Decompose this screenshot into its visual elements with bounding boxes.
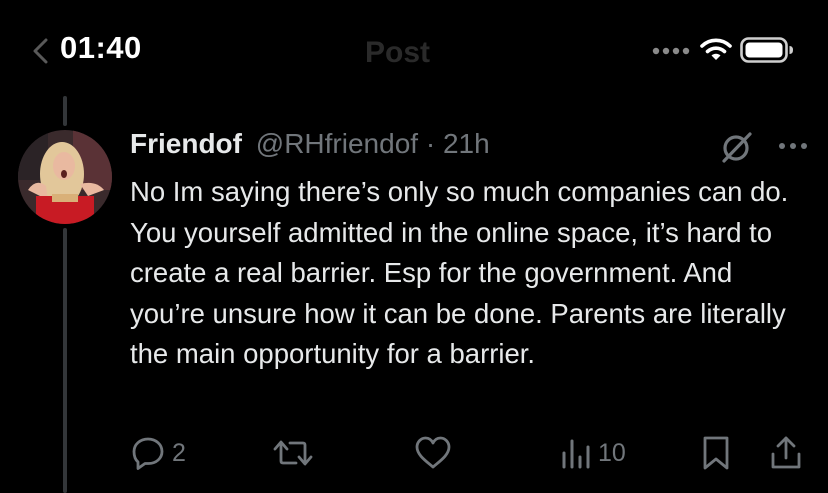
header-separator: · (425, 128, 436, 159)
grok-icon[interactable] (720, 130, 754, 164)
battery-icon (740, 37, 793, 63)
repost-button[interactable] (272, 430, 320, 476)
share-icon (771, 436, 801, 469)
thread-line-top (63, 96, 67, 126)
user-handle[interactable]: @RHfriendof (256, 128, 418, 159)
wifi-icon (700, 38, 732, 60)
reply-icon (132, 437, 164, 470)
more-icon[interactable] (778, 140, 808, 152)
reply-count: 2 (172, 438, 186, 467)
avatar[interactable] (18, 130, 112, 224)
views-count: 10 (598, 438, 626, 467)
views-button[interactable]: 10 (560, 430, 626, 476)
like-icon (415, 436, 451, 469)
back-chevron-icon[interactable] (30, 38, 52, 64)
repost-icon (273, 440, 313, 466)
post-age[interactable]: 21h (443, 128, 490, 159)
bookmark-button[interactable] (700, 430, 732, 476)
views-icon (562, 439, 590, 469)
status-bar: 01:40 Post (0, 0, 828, 100)
reply-button[interactable]: 2 (130, 430, 186, 476)
tweet-header: Friendof @RHfriendof · 21h (130, 128, 490, 160)
avatar-image (18, 130, 112, 224)
tweet-text: No Im saying there’s only so much compan… (130, 176, 789, 370)
bookmark-icon (703, 436, 729, 470)
display-name[interactable]: Friendof (130, 128, 242, 159)
share-button[interactable] (768, 430, 804, 476)
cellular-signal-icon (652, 47, 690, 55)
like-button[interactable] (414, 430, 458, 476)
status-time: 01:40 (60, 30, 142, 65)
action-bar: 2 10 (0, 430, 828, 480)
page-title: Post (365, 36, 431, 69)
